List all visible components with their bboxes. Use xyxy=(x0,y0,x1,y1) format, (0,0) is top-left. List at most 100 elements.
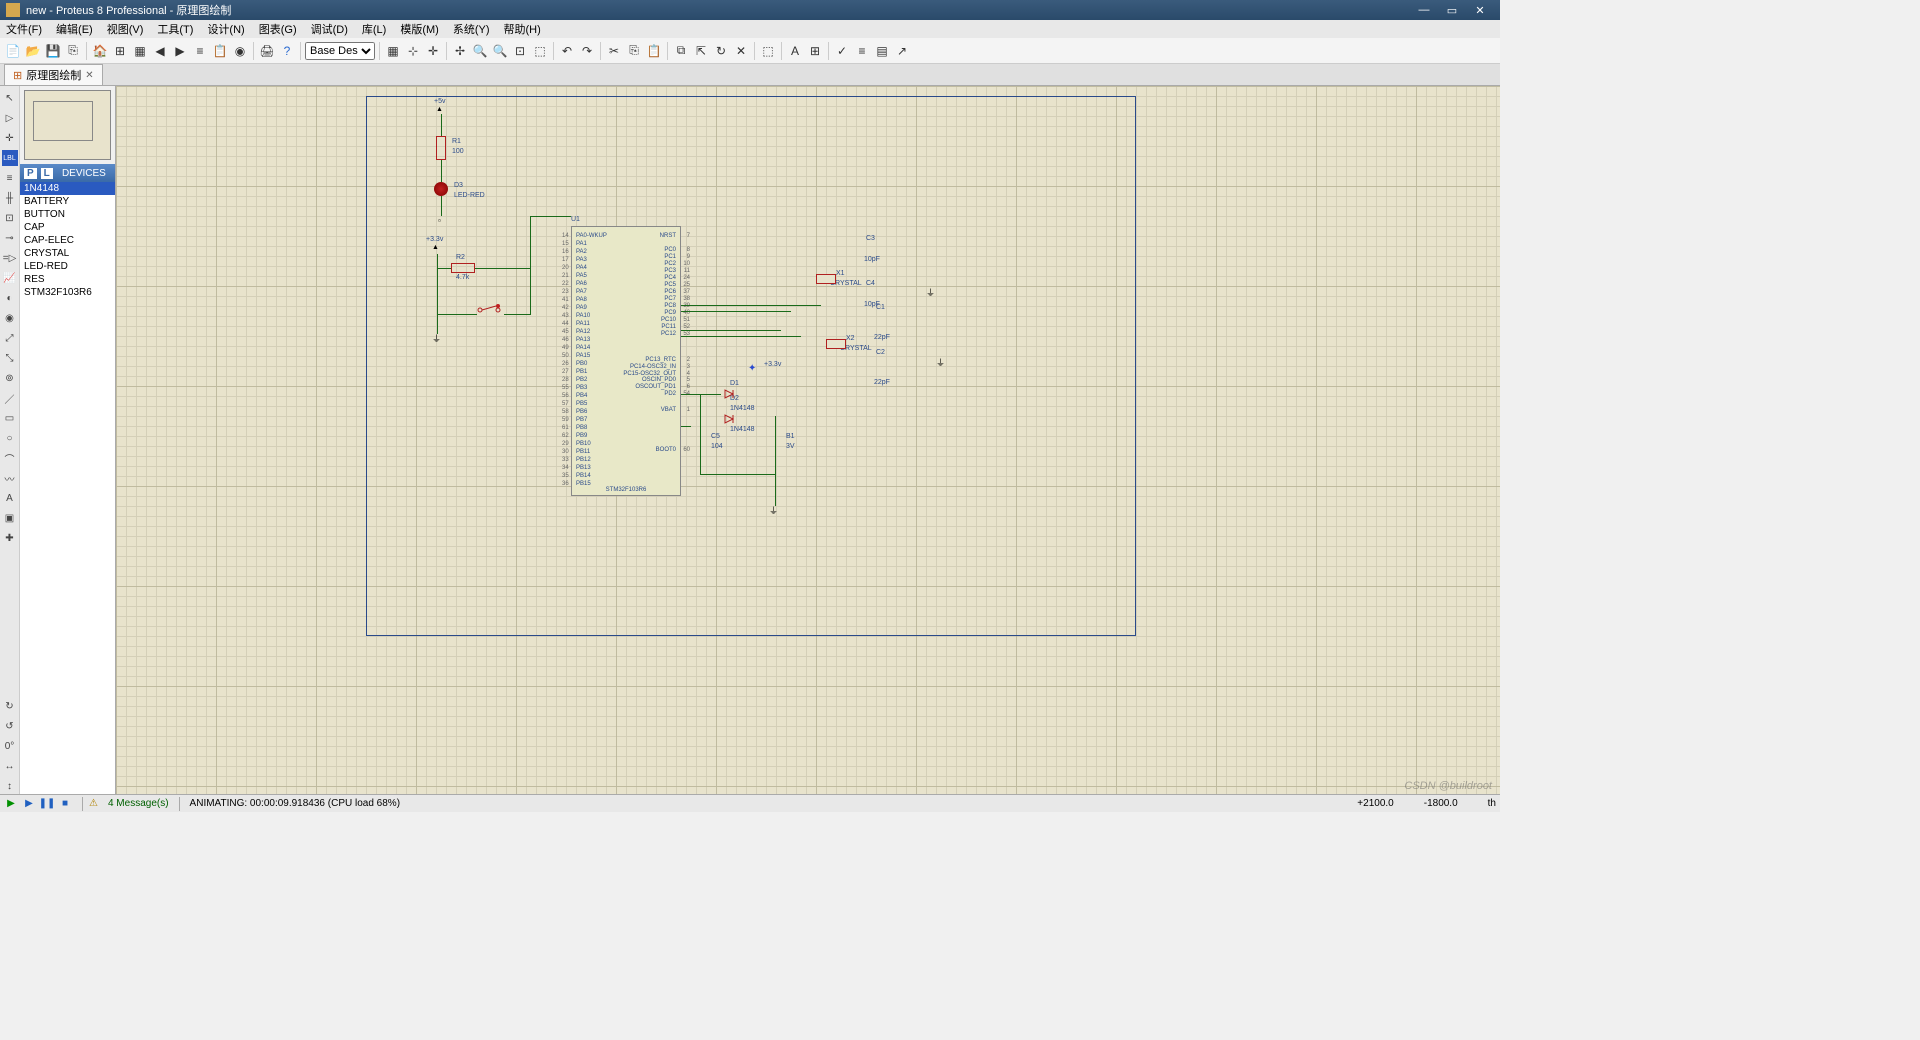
resistor-r1[interactable] xyxy=(436,136,446,160)
pause-button[interactable]: ❚❚ xyxy=(40,797,54,811)
play-button[interactable]: ▶ xyxy=(4,797,18,811)
component-icon[interactable]: ▷ xyxy=(2,110,18,126)
list-item[interactable]: BUTTON xyxy=(20,208,115,221)
menu-design[interactable]: 设计(N) xyxy=(207,21,244,37)
hidden-pins-icon[interactable]: ⊞ xyxy=(806,42,824,60)
mcu-u1[interactable]: 14PA0-WKUP15PA116PA217PA320PA421PA522PA6… xyxy=(571,226,681,496)
maximize-button[interactable]: ▭ xyxy=(1438,2,1466,18)
home-icon[interactable]: 🏠 xyxy=(91,42,109,60)
save-icon[interactable]: 💾 xyxy=(44,42,62,60)
code-icon[interactable]: ≡ xyxy=(191,42,209,60)
rotate-cw-icon[interactable]: ↻ xyxy=(2,698,18,714)
button[interactable] xyxy=(474,304,504,316)
list-item[interactable]: LED-RED xyxy=(20,260,115,273)
crystal-x1[interactable] xyxy=(816,274,836,284)
tab-close-icon[interactable]: ✕ xyxy=(85,70,93,81)
resistor-r2[interactable] xyxy=(451,263,475,273)
nav-fwd-icon[interactable]: ▶ xyxy=(171,42,189,60)
pick-button[interactable]: P xyxy=(24,168,37,179)
device-pin-icon[interactable]: =▷ xyxy=(2,250,18,266)
block-copy-icon[interactable]: ⧉ xyxy=(672,42,690,60)
2d-symbol-icon[interactable]: ▣ xyxy=(2,510,18,526)
tab-schematic[interactable]: ⊞ 原理图绘制 ✕ xyxy=(4,64,103,85)
design-select[interactable]: Base Design xyxy=(305,42,375,60)
bom2-icon[interactable]: ▤ xyxy=(873,42,891,60)
gerber-icon[interactable]: ◉ xyxy=(231,42,249,60)
led-d3[interactable] xyxy=(434,182,448,196)
probe-i-icon[interactable]: ⤡ xyxy=(2,350,18,366)
pick-icon[interactable]: ⬚ xyxy=(759,42,777,60)
close-button[interactable]: ✕ xyxy=(1466,2,1494,18)
diode-d2[interactable] xyxy=(721,414,741,426)
menu-file[interactable]: 文件(F) xyxy=(6,21,42,37)
preview-window[interactable] xyxy=(24,90,111,160)
center-icon[interactable]: ✢ xyxy=(451,42,469,60)
terminal-icon[interactable]: ⊸ xyxy=(2,230,18,246)
saveall-icon[interactable]: ⎘ xyxy=(64,42,82,60)
netlist-icon[interactable]: ≡ xyxy=(853,42,871,60)
crystal-x2[interactable] xyxy=(826,339,846,349)
generator-icon[interactable]: ◉ xyxy=(2,310,18,326)
block-move-icon[interactable]: ⇱ xyxy=(692,42,710,60)
list-item[interactable]: CAP xyxy=(20,221,115,234)
open-icon[interactable]: 📂 xyxy=(24,42,42,60)
grid-icon[interactable]: ▦ xyxy=(384,42,402,60)
wire-label-icon[interactable]: A xyxy=(786,42,804,60)
text-script-icon[interactable]: ≡ xyxy=(2,170,18,186)
graph-icon[interactable]: 📈 xyxy=(2,270,18,286)
nav-back-icon[interactable]: ◀ xyxy=(151,42,169,60)
mirror-h-icon[interactable]: ↔ xyxy=(2,758,18,774)
schematic-icon[interactable]: ⊞ xyxy=(111,42,129,60)
block-delete-icon[interactable]: ✕ xyxy=(732,42,750,60)
tape-icon[interactable]: ◐ xyxy=(2,290,18,306)
step-button[interactable]: ▶ xyxy=(22,797,36,811)
undo-icon[interactable]: ↶ xyxy=(558,42,576,60)
2d-arc-icon[interactable]: ⌒ xyxy=(2,450,18,466)
subcircuit-icon[interactable]: ⊡ xyxy=(2,210,18,226)
instrument-icon[interactable]: ⊚ xyxy=(2,370,18,386)
export-icon[interactable]: ↗ xyxy=(893,42,911,60)
rotate-ccw-icon[interactable]: ↺ xyxy=(2,718,18,734)
copy-icon[interactable]: ⎘ xyxy=(625,42,643,60)
list-item[interactable]: RES xyxy=(20,273,115,286)
zoom-all-icon[interactable]: ⊡ xyxy=(511,42,529,60)
diode-d1[interactable] xyxy=(721,389,741,401)
cut-icon[interactable]: ✂ xyxy=(605,42,623,60)
2d-line-icon[interactable]: ／ xyxy=(2,390,18,406)
library-button[interactable]: L xyxy=(41,168,53,179)
devices-list[interactable]: 1N4148 BATTERY BUTTON CAP CAP-ELEC CRYST… xyxy=(20,182,115,794)
list-item[interactable]: BATTERY xyxy=(20,195,115,208)
list-item[interactable]: 1N4148 xyxy=(20,182,115,195)
snap-icon[interactable]: ⊹ xyxy=(404,42,422,60)
list-item[interactable]: CRYSTAL xyxy=(20,247,115,260)
2d-path-icon[interactable]: 〰 xyxy=(2,470,18,486)
junction-icon[interactable]: ✛ xyxy=(2,130,18,146)
2d-circle-icon[interactable]: ○ xyxy=(2,430,18,446)
erc-icon[interactable]: ✓ xyxy=(833,42,851,60)
block-rotate-icon[interactable]: ↻ xyxy=(712,42,730,60)
menu-tools[interactable]: 工具(T) xyxy=(157,21,193,37)
origin-icon[interactable]: ✛ xyxy=(424,42,442,60)
bom-icon[interactable]: 📋 xyxy=(211,42,229,60)
help-icon[interactable]: ? xyxy=(278,42,296,60)
menu-view[interactable]: 视图(V) xyxy=(107,21,144,37)
messages-count[interactable]: 4 Message(s) xyxy=(108,798,169,809)
mirror-v-icon[interactable]: ↕ xyxy=(2,778,18,794)
redo-icon[interactable]: ↷ xyxy=(578,42,596,60)
wire-label-tool-icon[interactable]: LBL xyxy=(2,150,18,166)
menu-system[interactable]: 系统(Y) xyxy=(453,21,490,37)
menu-library[interactable]: 库(L) xyxy=(362,21,386,37)
pcb-icon[interactable]: ▦ xyxy=(131,42,149,60)
list-item[interactable]: CAP-ELEC xyxy=(20,234,115,247)
menu-graph[interactable]: 图表(G) xyxy=(259,21,297,37)
zoom-area-icon[interactable]: ⬚ xyxy=(531,42,549,60)
bus-icon[interactable]: ╫ xyxy=(2,190,18,206)
probe-v-icon[interactable]: ⤢ xyxy=(2,330,18,346)
selection-icon[interactable]: ↖ xyxy=(2,90,18,106)
minimize-button[interactable]: — xyxy=(1410,2,1438,18)
stop-button[interactable]: ■ xyxy=(58,797,72,811)
print-icon[interactable]: 🖨 xyxy=(258,42,276,60)
menu-edit[interactable]: 编辑(E) xyxy=(56,21,93,37)
menu-template[interactable]: 模版(M) xyxy=(400,21,439,37)
marker-icon[interactable]: ✚ xyxy=(2,530,18,546)
